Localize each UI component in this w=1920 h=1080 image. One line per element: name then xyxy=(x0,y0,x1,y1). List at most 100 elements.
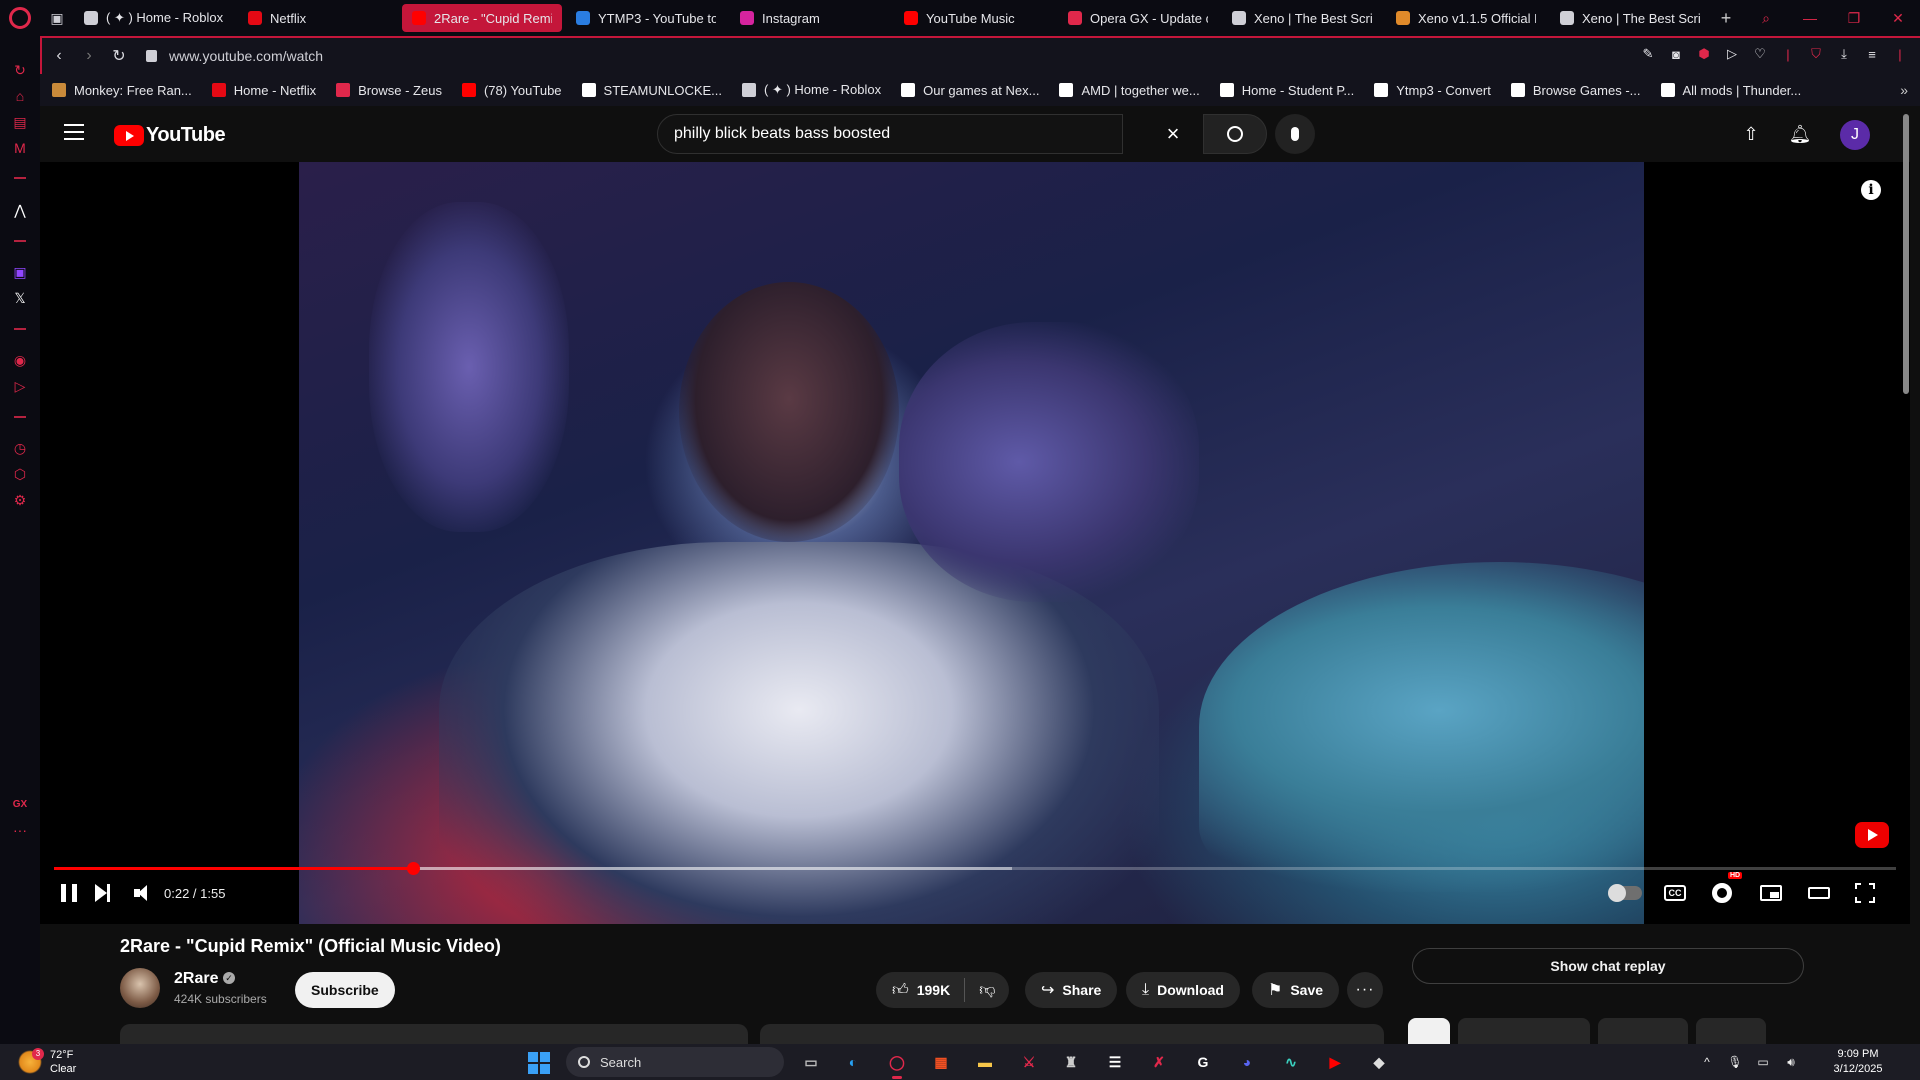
gx-icon[interactable]: GX xyxy=(8,792,32,816)
bookmarks-overflow-icon[interactable]: » xyxy=(1900,82,1908,98)
app-icon[interactable]: ♜ xyxy=(1058,1050,1084,1074)
url-field[interactable]: www.youtube.com/watch xyxy=(146,48,323,64)
bookmark-item[interactable]: Browse - Zeus xyxy=(336,83,442,98)
opera-gx-logo-icon[interactable] xyxy=(0,0,40,36)
captions-button[interactable]: CC xyxy=(1664,880,1686,906)
start-button[interactable] xyxy=(528,1052,550,1074)
forward-button[interactable]: › xyxy=(76,43,102,69)
settings-button[interactable] xyxy=(1712,880,1732,906)
app-icon[interactable]: ✗ xyxy=(1146,1050,1172,1074)
video-frame[interactable] xyxy=(299,162,1644,924)
clear-search-icon[interactable]: × xyxy=(1163,123,1183,145)
notifications-bell-icon[interactable]: 🔔︎ xyxy=(1788,122,1812,146)
download-icon[interactable]: ⤓ xyxy=(1834,44,1854,64)
filter-chip[interactable] xyxy=(1696,1018,1766,1044)
player-icon[interactable]: ◉ xyxy=(8,348,32,372)
info-icon[interactable]: i xyxy=(1861,180,1881,200)
microsoft-store-icon[interactable]: ▦ xyxy=(928,1050,954,1074)
bookmark-item[interactable]: STEAMUNLOCKE... xyxy=(581,83,722,98)
bookmark-item[interactable]: (78) YouTube xyxy=(461,83,562,98)
account-avatar[interactable]: J xyxy=(1840,120,1870,150)
file-explorer-icon[interactable]: ▬ xyxy=(972,1050,998,1074)
maximize-button[interactable]: ❐ xyxy=(1832,0,1876,36)
app-icon[interactable]: ⚔ xyxy=(1016,1050,1042,1074)
twitch-icon[interactable]: ▣ xyxy=(8,260,32,284)
wallet-icon[interactable]: ⛉ xyxy=(1806,44,1826,64)
fullscreen-button[interactable] xyxy=(1855,880,1875,906)
autoplay-toggle[interactable] xyxy=(1608,880,1642,906)
browser-tab[interactable]: Xeno | The Best Scri xyxy=(1550,4,1710,32)
youtube-logo[interactable]: YouTube xyxy=(114,124,226,147)
mic-icon[interactable]: 🎙︎ xyxy=(1724,1055,1746,1069)
upload-icon[interactable]: ⇧ xyxy=(1739,122,1763,146)
next-button[interactable] xyxy=(95,880,110,906)
page-scrollbar[interactable] xyxy=(1902,106,1910,1044)
browser-tab[interactable]: 2Rare - "Cupid Remix" xyxy=(402,4,562,32)
clock[interactable]: 9:09 PM 3/12/2025 xyxy=(1808,1047,1908,1077)
bookmark-item[interactable]: Our games at Nex... xyxy=(901,83,1039,98)
new-tab-button[interactable]: + xyxy=(1714,6,1738,30)
search-input[interactable]: philly blick beats bass boosted xyxy=(657,114,1123,154)
filter-chip[interactable] xyxy=(1408,1018,1450,1044)
volume-icon[interactable]: 🔊︎ xyxy=(1780,1055,1802,1070)
back-button[interactable]: ‹ xyxy=(46,43,72,69)
youtube-watermark-icon[interactable] xyxy=(1855,822,1889,848)
bookmark-item[interactable]: ( ✦ ) Home - Roblox xyxy=(742,82,881,98)
x-twitter-icon[interactable]: 𝕏 xyxy=(8,286,32,310)
volume-button[interactable] xyxy=(134,880,147,906)
share-button[interactable]: ↪ Share xyxy=(1025,972,1118,1008)
tab-menu-icon[interactable]: ▣ xyxy=(40,0,74,36)
gx-corner-icon[interactable]: ⌂ xyxy=(8,84,32,108)
bookmark-item[interactable]: All mods | Thunder... xyxy=(1660,83,1801,98)
bookmark-item[interactable]: Home - Netflix xyxy=(211,83,316,98)
filter-chip[interactable] xyxy=(1458,1018,1590,1044)
download-button[interactable]: ⤓ Download xyxy=(1126,972,1240,1008)
send-icon[interactable]: ▷ xyxy=(8,374,32,398)
theater-mode-button[interactable] xyxy=(1808,880,1830,906)
pause-button[interactable] xyxy=(56,880,82,906)
scrollbar-thumb[interactable] xyxy=(1903,114,1909,394)
bookmark-item[interactable]: Ytmp3 - Convert xyxy=(1374,83,1491,98)
video-player[interactable]: i 0:22 / 1:55 CC HD xyxy=(40,162,1910,924)
thumbs-up-icon[interactable]: 👍︎ xyxy=(892,981,909,1000)
channel-name[interactable]: 2Rare xyxy=(174,970,218,988)
app-icon[interactable]: ∿ xyxy=(1278,1050,1304,1074)
edit-icon[interactable]: ✎ xyxy=(1638,44,1658,64)
menu-icon[interactable] xyxy=(64,124,84,140)
easy-setup-icon[interactable]: ≡ xyxy=(1862,44,1882,64)
heart-icon[interactable]: ♡ xyxy=(1750,44,1770,64)
browser-tab[interactable]: Xeno | The Best Scri xyxy=(1222,4,1382,32)
bookmark-item[interactable]: Monkey: Free Ran... xyxy=(52,83,192,98)
show-chat-replay-button[interactable]: Show chat replay xyxy=(1412,948,1804,984)
gx-control-icon[interactable]: ↻ xyxy=(8,58,32,82)
tray-overflow-icon[interactable]: ^ xyxy=(1696,1055,1718,1069)
thumbs-down-icon[interactable]: 👎︎ xyxy=(979,981,995,1000)
settings-icon[interactable]: ⚙ xyxy=(8,488,32,512)
task-view-icon[interactable]: ▭ xyxy=(798,1050,824,1074)
minimize-button[interactable]: — xyxy=(1788,0,1832,36)
tab-search-icon[interactable]: ⌕ xyxy=(1744,0,1788,36)
ai-icon[interactable]: ⋀ xyxy=(8,198,32,222)
browser-tab[interactable]: Netflix xyxy=(238,4,398,32)
news-icon[interactable]: ▤ xyxy=(8,110,32,134)
youtube-taskbar-icon[interactable]: ▶ xyxy=(1322,1050,1348,1074)
bookmark-item[interactable]: Home - Student P... xyxy=(1219,83,1354,98)
mods-icon[interactable]: M xyxy=(8,136,32,160)
send-icon[interactable]: ▷ xyxy=(1722,44,1742,64)
channel-avatar[interactable] xyxy=(120,968,160,1008)
progress-bar[interactable] xyxy=(54,862,1896,875)
comments-box[interactable] xyxy=(760,1024,1384,1044)
like-count[interactable]: 199K xyxy=(917,982,950,998)
taskbar-search[interactable]: Search xyxy=(566,1047,784,1077)
browser-tab[interactable]: Instagram xyxy=(730,4,890,32)
browser-tab[interactable]: YTMP3 - YouTube to xyxy=(566,4,726,32)
weather-widget[interactable]: 3 72°F Clear xyxy=(18,1048,76,1076)
browser-tab[interactable]: YouTube Music xyxy=(894,4,1054,32)
history-icon[interactable]: ◷ xyxy=(8,436,32,460)
app-icon[interactable]: ☰ xyxy=(1102,1050,1128,1074)
more-actions-button[interactable]: ··· xyxy=(1347,972,1383,1008)
bookmark-item[interactable]: Browse Games -... xyxy=(1510,83,1641,98)
shield-icon[interactable]: ⬢ xyxy=(1694,44,1714,64)
camera-icon[interactable]: ◙ xyxy=(1666,44,1686,64)
search-button[interactable] xyxy=(1203,114,1267,154)
